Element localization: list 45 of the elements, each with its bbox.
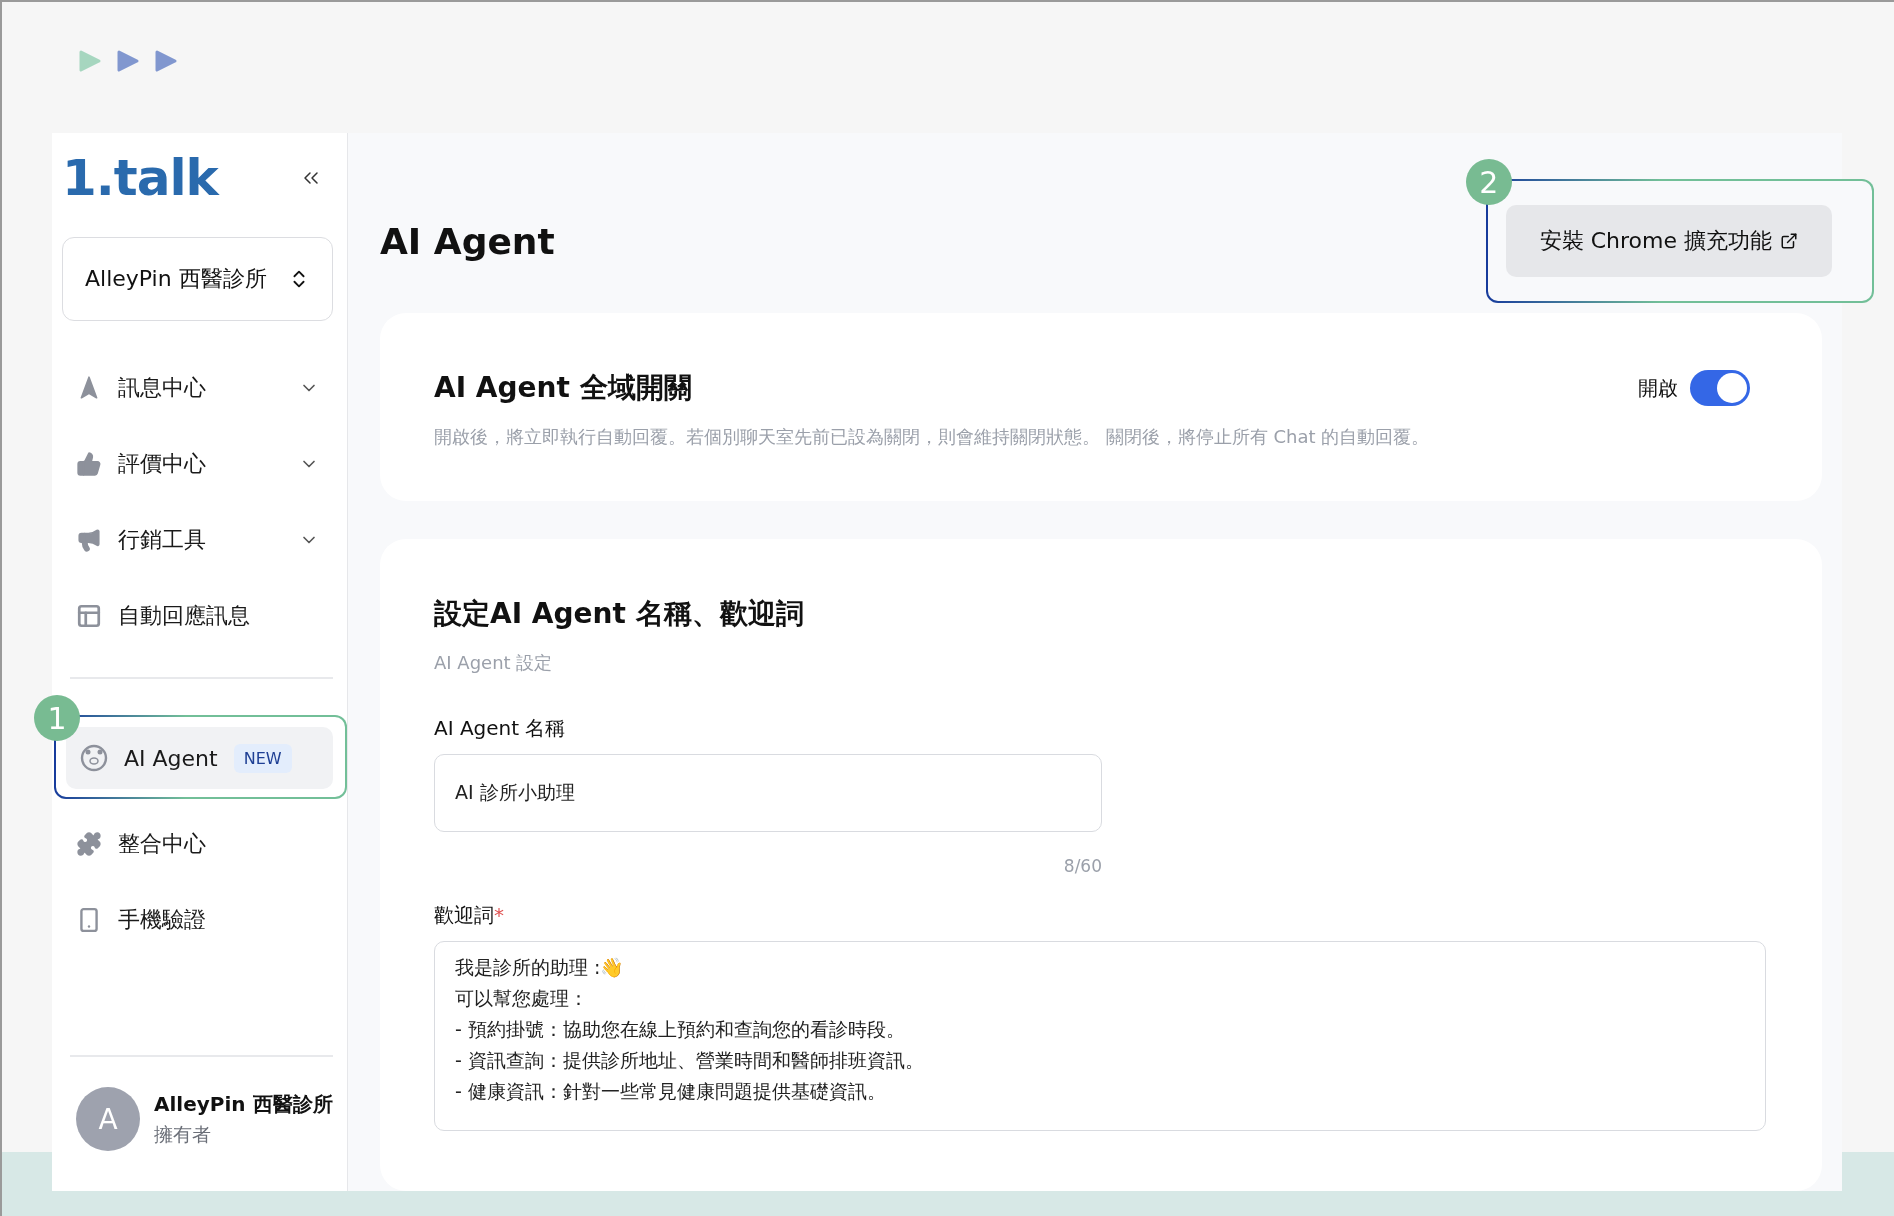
greeting-field[interactable]: 我是診所的助理 :👋 可以幫您處理： - 預約掛號：協助您在線上預約和查詢您的看診時段。 - 資訊查詢：提供診所地址、營業時間和醫師排班資訊。 - 健康資訊：針對一些常見健康問題提供基礎資訊。 [434,941,1766,1131]
page-title: AI Agent [380,220,555,262]
card-title: AI Agent 全域開關 [434,370,692,406]
nav-item[interactable]: 評價中心 [62,433,333,495]
new-badge: NEW [233,743,292,773]
toggle-label: 開啟 [1638,374,1678,402]
play-icon [78,48,102,73]
bear-face-icon [80,744,108,772]
annotation-number: 2 [1465,159,1512,205]
card-title: 設定AI Agent 名稱、歡迎詞 [434,596,805,632]
nav-label: 手機驗證 [118,906,206,934]
toggle-switch[interactable] [1690,370,1750,406]
nav-label: 行銷工具 [118,526,206,554]
puzzle-icon [76,831,102,857]
megaphone-icon [76,527,102,553]
character-counter: 8/60 [1062,856,1102,876]
card-subtitle: AI Agent 設定 [434,651,554,675]
logo: 1.talk [62,149,218,207]
nav-item[interactable]: 訊息中心 [62,357,333,419]
nav-label: 訊息中心 [118,374,206,402]
play-icon [154,48,178,73]
profile-role: 擁有者 [154,1121,212,1147]
play-icon [116,48,140,73]
agent-name-field[interactable]: AI 診所小助理 [434,754,1102,832]
nav-item[interactable]: 自動回應訊息 [62,585,333,647]
external-link-icon [1780,232,1798,250]
avatar: A [76,1087,140,1151]
nav-item[interactable]: 整合中心 [62,813,333,875]
nav-item[interactable]: 行銷工具 [62,509,333,571]
install-extension-button[interactable]: 安裝 Chrome 擴充功能 [1505,205,1832,277]
thumbs-up-icon [76,451,102,477]
profile-name: AlleyPin 西醫診所 [154,1090,333,1118]
workspace-selector[interactable]: AlleyPin 西醫診所 [62,237,333,321]
field-label: AI Agent 名稱 [434,715,567,742]
annotation-number: 1 [34,695,80,741]
nav-label: 評價中心 [118,450,206,478]
nav-label: AI Agent [124,745,218,771]
layout-icon [76,603,102,629]
required-mark: * [494,903,504,927]
nav-label: 自動回應訊息 [118,602,250,630]
nav-label: 整合中心 [118,830,206,858]
nav-item[interactable]: AI Agent NEW [66,727,333,789]
field-label: 歡迎詞* [434,902,505,929]
card-description: 開啟後，將立即執行自動回覆。若個別聊天室先前已設為關閉，則會維持關閉狀態。 關閉後，將停止所有 Chat 的自動回覆。 [434,425,1431,449]
nav-item[interactable]: 手機驗證 [62,889,333,951]
